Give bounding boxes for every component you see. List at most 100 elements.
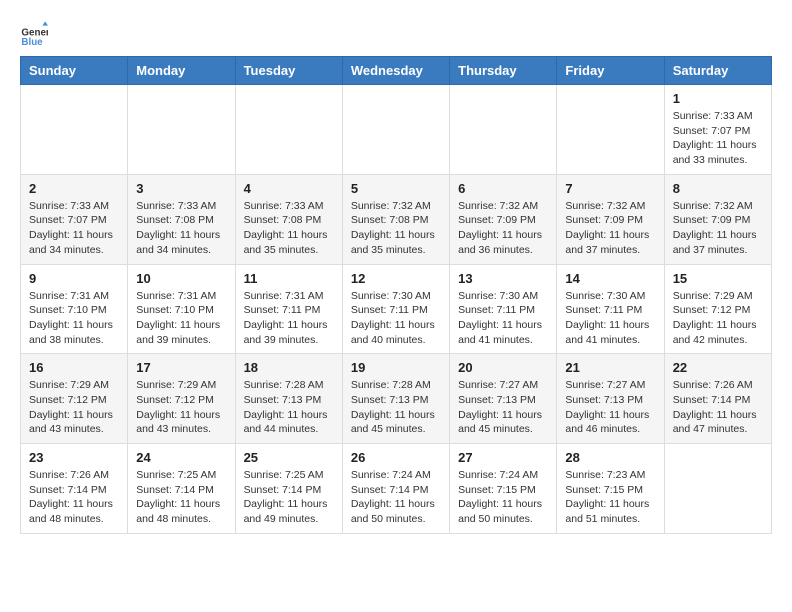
- day-number: 17: [136, 360, 226, 375]
- day-number: 28: [565, 450, 655, 465]
- calendar-cell: 21 Sunrise: 7:27 AM Sunset: 7:13 PM Dayli…: [557, 354, 664, 444]
- svg-text:Blue: Blue: [21, 37, 43, 48]
- day-number: 15: [673, 271, 763, 286]
- calendar-cell: 10 Sunrise: 7:31 AM Sunset: 7:10 PM Dayli…: [128, 264, 235, 354]
- day-info: Sunrise: 7:30 AM Sunset: 7:11 PM Dayligh…: [565, 289, 655, 348]
- day-info: Sunrise: 7:26 AM Sunset: 7:14 PM Dayligh…: [673, 378, 763, 437]
- day-info: Sunrise: 7:33 AM Sunset: 7:07 PM Dayligh…: [29, 199, 119, 258]
- calendar-cell: 9 Sunrise: 7:31 AM Sunset: 7:10 PM Daylig…: [21, 264, 128, 354]
- day-info: Sunrise: 7:33 AM Sunset: 7:08 PM Dayligh…: [136, 199, 226, 258]
- calendar-cell: [664, 444, 771, 534]
- calendar-cell: 17 Sunrise: 7:29 AM Sunset: 7:12 PM Dayli…: [128, 354, 235, 444]
- day-number: 19: [351, 360, 441, 375]
- calendar-cell: 26 Sunrise: 7:24 AM Sunset: 7:14 PM Dayli…: [342, 444, 449, 534]
- calendar-cell: 20Sunrise: 7:27 AM Sunset: 7:13 PM Dayli…: [450, 354, 557, 444]
- calendar-week: 16 Sunrise: 7:29 AM Sunset: 7:12 PM Dayli…: [21, 354, 772, 444]
- calendar-cell: 3 Sunrise: 7:33 AM Sunset: 7:08 PM Daylig…: [128, 174, 235, 264]
- day-info: Sunrise: 7:23 AM Sunset: 7:15 PM Dayligh…: [565, 468, 655, 527]
- day-number: 14: [565, 271, 655, 286]
- day-number: 11: [244, 271, 334, 286]
- calendar-cell: [450, 85, 557, 175]
- calendar-header: SundayMondayTuesdayWednesdayThursdayFrid…: [21, 57, 772, 85]
- day-info: Sunrise: 7:24 AM Sunset: 7:15 PM Dayligh…: [458, 468, 548, 527]
- day-number: 27: [458, 450, 548, 465]
- calendar-cell: 16 Sunrise: 7:29 AM Sunset: 7:12 PM Dayli…: [21, 354, 128, 444]
- calendar-cell: 15 Sunrise: 7:29 AM Sunset: 7:12 PM Dayli…: [664, 264, 771, 354]
- day-info: Sunrise: 7:33 AM Sunset: 7:07 PM Dayligh…: [673, 109, 763, 168]
- day-number: 5: [351, 181, 441, 196]
- calendar-week: 2 Sunrise: 7:33 AM Sunset: 7:07 PM Daylig…: [21, 174, 772, 264]
- day-number: 21: [565, 360, 655, 375]
- header-day: Friday: [557, 57, 664, 85]
- day-info: Sunrise: 7:31 AM Sunset: 7:11 PM Dayligh…: [244, 289, 334, 348]
- day-number: 12: [351, 271, 441, 286]
- day-info: Sunrise: 7:27 AM Sunset: 7:13 PM Dayligh…: [565, 378, 655, 437]
- day-number: 8: [673, 181, 763, 196]
- day-info: Sunrise: 7:31 AM Sunset: 7:10 PM Dayligh…: [29, 289, 119, 348]
- logo-icon: General Blue: [20, 20, 48, 48]
- calendar-cell: 22Sunrise: 7:26 AM Sunset: 7:14 PM Dayli…: [664, 354, 771, 444]
- day-number: 9: [29, 271, 119, 286]
- calendar-cell: [21, 85, 128, 175]
- day-info: Sunrise: 7:32 AM Sunset: 7:08 PM Dayligh…: [351, 199, 441, 258]
- day-number: 23: [29, 450, 119, 465]
- day-number: 26: [351, 450, 441, 465]
- calendar-week: 1 Sunrise: 7:33 AM Sunset: 7:07 PM Daylig…: [21, 85, 772, 175]
- day-info: Sunrise: 7:31 AM Sunset: 7:10 PM Dayligh…: [136, 289, 226, 348]
- day-info: Sunrise: 7:28 AM Sunset: 7:13 PM Dayligh…: [351, 378, 441, 437]
- calendar-cell: 27 Sunrise: 7:24 AM Sunset: 7:15 PM Dayli…: [450, 444, 557, 534]
- calendar-body: 1 Sunrise: 7:33 AM Sunset: 7:07 PM Daylig…: [21, 85, 772, 534]
- day-info: Sunrise: 7:25 AM Sunset: 7:14 PM Dayligh…: [244, 468, 334, 527]
- calendar-cell: 8Sunrise: 7:32 AM Sunset: 7:09 PM Daylig…: [664, 174, 771, 264]
- day-number: 3: [136, 181, 226, 196]
- calendar: SundayMondayTuesdayWednesdayThursdayFrid…: [20, 56, 772, 534]
- day-info: Sunrise: 7:24 AM Sunset: 7:14 PM Dayligh…: [351, 468, 441, 527]
- day-info: Sunrise: 7:29 AM Sunset: 7:12 PM Dayligh…: [673, 289, 763, 348]
- calendar-cell: 23Sunrise: 7:26 AM Sunset: 7:14 PM Dayli…: [21, 444, 128, 534]
- day-info: Sunrise: 7:25 AM Sunset: 7:14 PM Dayligh…: [136, 468, 226, 527]
- day-number: 20: [458, 360, 548, 375]
- day-info: Sunrise: 7:32 AM Sunset: 7:09 PM Dayligh…: [458, 199, 548, 258]
- header-day: Saturday: [664, 57, 771, 85]
- header: General Blue: [20, 20, 772, 48]
- calendar-cell: 4Sunrise: 7:33 AM Sunset: 7:08 PM Daylig…: [235, 174, 342, 264]
- calendar-cell: 19 Sunrise: 7:28 AM Sunset: 7:13 PM Dayli…: [342, 354, 449, 444]
- calendar-cell: [557, 85, 664, 175]
- calendar-cell: 13Sunrise: 7:30 AM Sunset: 7:11 PM Dayli…: [450, 264, 557, 354]
- calendar-cell: 11 Sunrise: 7:31 AM Sunset: 7:11 PM Dayli…: [235, 264, 342, 354]
- day-info: Sunrise: 7:29 AM Sunset: 7:12 PM Dayligh…: [29, 378, 119, 437]
- day-number: 7: [565, 181, 655, 196]
- header-day: Thursday: [450, 57, 557, 85]
- calendar-cell: 12 Sunrise: 7:30 AM Sunset: 7:11 PM Dayli…: [342, 264, 449, 354]
- header-day: Wednesday: [342, 57, 449, 85]
- day-number: 1: [673, 91, 763, 106]
- day-number: 24: [136, 450, 226, 465]
- header-day: Tuesday: [235, 57, 342, 85]
- calendar-cell: 2 Sunrise: 7:33 AM Sunset: 7:07 PM Daylig…: [21, 174, 128, 264]
- day-info: Sunrise: 7:33 AM Sunset: 7:08 PM Dayligh…: [244, 199, 334, 258]
- day-info: Sunrise: 7:29 AM Sunset: 7:12 PM Dayligh…: [136, 378, 226, 437]
- calendar-cell: 5 Sunrise: 7:32 AM Sunset: 7:08 PM Daylig…: [342, 174, 449, 264]
- day-info: Sunrise: 7:30 AM Sunset: 7:11 PM Dayligh…: [351, 289, 441, 348]
- calendar-week: 23Sunrise: 7:26 AM Sunset: 7:14 PM Dayli…: [21, 444, 772, 534]
- calendar-cell: [342, 85, 449, 175]
- calendar-cell: 1 Sunrise: 7:33 AM Sunset: 7:07 PM Daylig…: [664, 85, 771, 175]
- day-number: 18: [244, 360, 334, 375]
- day-info: Sunrise: 7:28 AM Sunset: 7:13 PM Dayligh…: [244, 378, 334, 437]
- day-number: 2: [29, 181, 119, 196]
- calendar-cell: 7 Sunrise: 7:32 AM Sunset: 7:09 PM Daylig…: [557, 174, 664, 264]
- logo: General Blue: [20, 20, 52, 48]
- calendar-cell: 25Sunrise: 7:25 AM Sunset: 7:14 PM Dayli…: [235, 444, 342, 534]
- header-row: SundayMondayTuesdayWednesdayThursdayFrid…: [21, 57, 772, 85]
- day-number: 16: [29, 360, 119, 375]
- calendar-cell: [128, 85, 235, 175]
- day-number: 10: [136, 271, 226, 286]
- calendar-cell: 14 Sunrise: 7:30 AM Sunset: 7:11 PM Dayli…: [557, 264, 664, 354]
- day-number: 6: [458, 181, 548, 196]
- day-info: Sunrise: 7:30 AM Sunset: 7:11 PM Dayligh…: [458, 289, 548, 348]
- calendar-cell: 18 Sunrise: 7:28 AM Sunset: 7:13 PM Dayli…: [235, 354, 342, 444]
- calendar-cell: [235, 85, 342, 175]
- calendar-cell: 24 Sunrise: 7:25 AM Sunset: 7:14 PM Dayli…: [128, 444, 235, 534]
- day-info: Sunrise: 7:32 AM Sunset: 7:09 PM Dayligh…: [565, 199, 655, 258]
- calendar-week: 9 Sunrise: 7:31 AM Sunset: 7:10 PM Daylig…: [21, 264, 772, 354]
